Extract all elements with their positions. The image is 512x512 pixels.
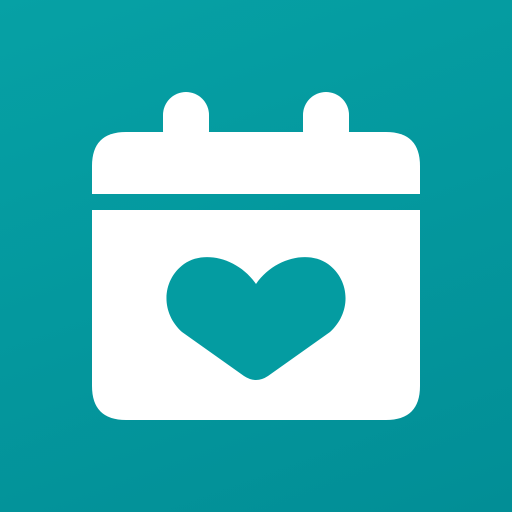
calendar-heart-icon xyxy=(92,92,420,420)
calendar-header xyxy=(92,132,420,194)
app-icon-tile xyxy=(0,0,512,512)
